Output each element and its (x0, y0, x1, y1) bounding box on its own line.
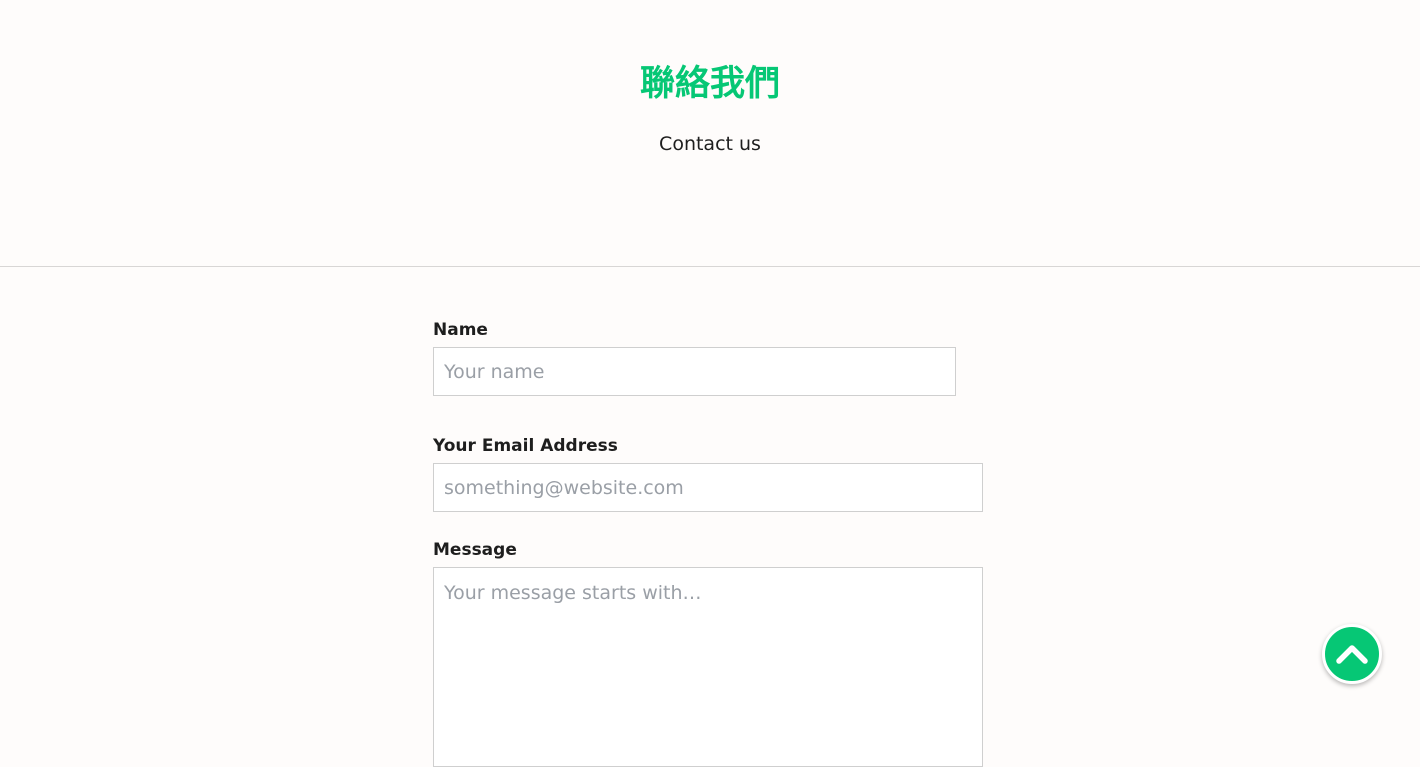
email-input[interactable] (433, 463, 983, 512)
name-input[interactable] (433, 347, 956, 396)
page-header: 聯絡我們 Contact us (0, 0, 1420, 267)
email-group: Your Email Address (433, 434, 983, 512)
email-label: Your Email Address (433, 436, 618, 456)
chevron-up-icon (1336, 645, 1368, 664)
name-group: Name (433, 318, 983, 396)
message-group: Message (433, 538, 983, 767)
page-title: 聯絡我們 (639, 64, 780, 104)
message-input[interactable] (433, 567, 983, 767)
page-subtitle: Contact us (659, 133, 761, 155)
message-label: Message (433, 540, 517, 560)
name-label: Name (433, 320, 488, 340)
contact-form: Name Your Email Address Message (433, 318, 983, 767)
scroll-to-top-button[interactable] (1322, 624, 1382, 684)
